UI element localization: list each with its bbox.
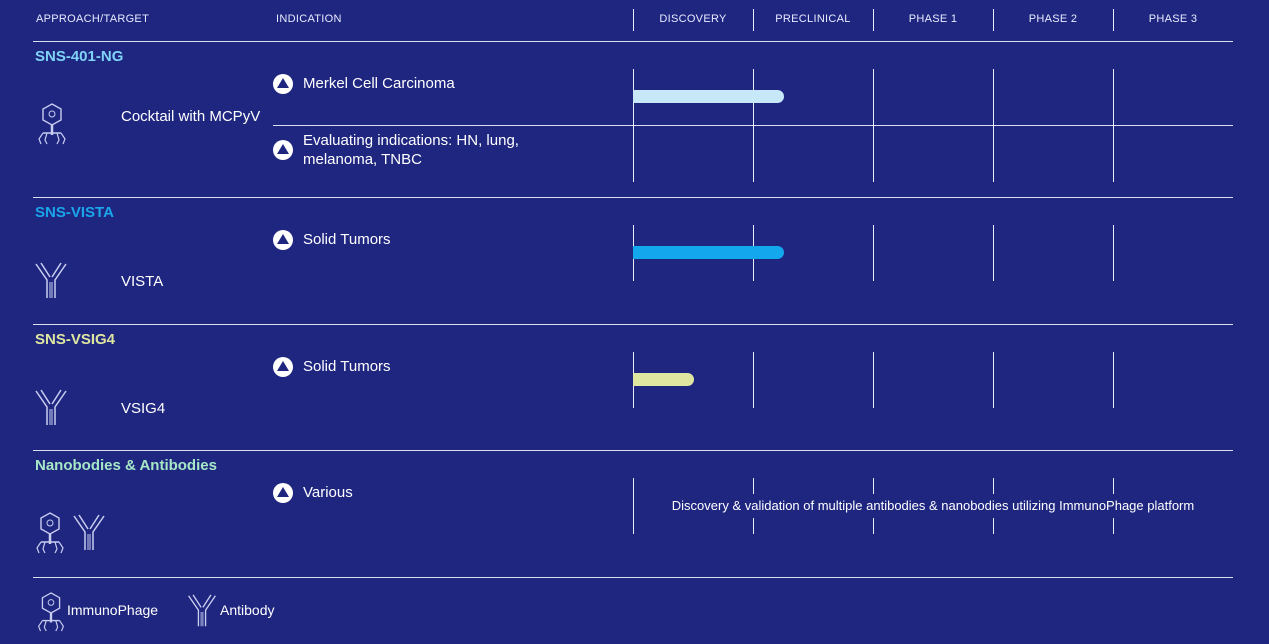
indication-triangle-icon [273, 140, 293, 160]
section-divider [33, 41, 1233, 42]
header-divider [873, 9, 874, 31]
indication-merkel-cell-carcinoma: Merkel Cell Carcinoma [303, 75, 455, 92]
platform-note: Discovery & validation of multiple antib… [640, 498, 1226, 513]
header-divider [633, 9, 634, 31]
header-approach-target: APPROACH/TARGET [36, 13, 150, 25]
program-name-sns-401-ng: SNS-401-NG [35, 48, 124, 65]
phase-gridline [993, 478, 994, 494]
indication-triangle-icon [273, 483, 293, 503]
program-name-sns-vista: SNS-VISTA [35, 204, 114, 221]
section-divider [33, 324, 1233, 325]
program-name-nanobodies-antibodies: Nanobodies & Antibodies [35, 457, 217, 474]
phase-gridline [1113, 518, 1114, 534]
header-indication: INDICATION [276, 13, 342, 25]
phase-gridline [873, 352, 874, 408]
legend-label-immunophage: ImmunoPhage [67, 602, 159, 618]
antibody-icon [73, 514, 105, 550]
phase-gridline [873, 518, 874, 534]
section-divider [33, 577, 1233, 578]
phase-gridline [633, 478, 634, 534]
phase-gridline [1113, 69, 1114, 182]
phase-gridline [1113, 352, 1114, 408]
header-phase-1: PHASE 1 [908, 13, 958, 25]
phase-gridline [753, 352, 754, 408]
section-divider [33, 197, 1233, 198]
phase-gridline [993, 518, 994, 534]
immunophage-icon [38, 103, 66, 145]
program-target-vista: VISTA [121, 273, 164, 290]
header-phase-2: PHASE 2 [1028, 13, 1078, 25]
program-target-vsig4: VSIG4 [121, 400, 166, 417]
indication-evaluating: Evaluating indications: HN, lung, melano… [303, 132, 519, 168]
program-name-sns-vsig4: SNS-VSIG4 [35, 331, 116, 348]
phase-gridline [753, 518, 754, 534]
legend-label-antibody: Antibody [220, 602, 275, 618]
header-phase-3: PHASE 3 [1148, 13, 1198, 25]
progress-bar-sns-401-ng-merkel [633, 90, 784, 103]
phase-gridline [753, 69, 754, 182]
progress-bar-sns-vista [633, 246, 784, 259]
indication-solid-tumors-vista: Solid Tumors [303, 231, 391, 248]
program-target-sns-401-ng: Cocktail with MCPyV [121, 108, 261, 125]
phase-gridline [993, 69, 994, 182]
phase-gridline [873, 225, 874, 281]
header-divider [753, 9, 754, 31]
indication-triangle-icon [273, 357, 293, 377]
phase-gridline [873, 478, 874, 494]
progress-bar-sns-vsig4 [633, 373, 694, 386]
indication-triangle-icon [273, 74, 293, 94]
phase-gridline [1113, 478, 1114, 494]
antibody-icon [35, 262, 67, 298]
header-phase-discovery: DISCOVERY [659, 13, 727, 25]
phase-gridline [873, 69, 874, 182]
indication-various: Various [303, 484, 353, 501]
phase-gridline [753, 478, 754, 494]
section-divider [33, 450, 1233, 451]
header-phase-preclinical: PRECLINICAL [775, 13, 851, 25]
header-divider [993, 9, 994, 31]
indication-solid-tumors-vsig4: Solid Tumors [303, 358, 391, 375]
immunophage-icon [36, 512, 64, 554]
phase-gridline [993, 352, 994, 408]
phase-gridline [633, 69, 634, 182]
legend-immunophage-icon [37, 592, 65, 632]
phase-gridline [993, 225, 994, 281]
legend-antibody-icon [188, 594, 216, 627]
phase-gridline [1113, 225, 1114, 281]
indication-triangle-icon [273, 230, 293, 250]
header-divider [1113, 9, 1114, 31]
antibody-icon [35, 389, 67, 425]
